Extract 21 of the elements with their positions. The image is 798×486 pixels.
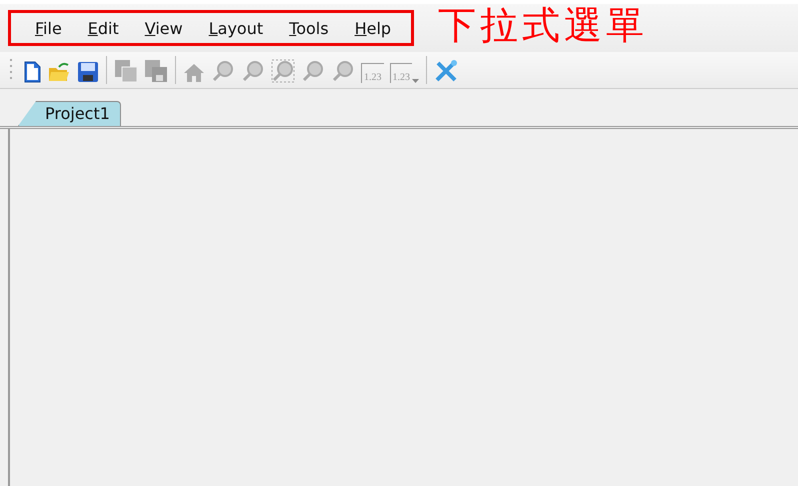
pages-icon xyxy=(114,59,138,83)
annotation-label: 下拉式選單 xyxy=(438,2,648,48)
menu-item[interactable]: Layout xyxy=(198,18,276,38)
toolbar-grip xyxy=(10,58,13,82)
menu-item[interactable]: Help xyxy=(344,18,404,38)
caret-icon xyxy=(412,79,419,83)
document-icon xyxy=(23,61,41,83)
menu-item[interactable]: Edit xyxy=(78,18,131,38)
magnifier-icon xyxy=(241,59,265,83)
menu-item[interactable]: Tools xyxy=(279,18,341,38)
page-disk-icon xyxy=(144,59,168,83)
menu-item[interactable]: File xyxy=(25,18,74,38)
magnifier-icon xyxy=(271,59,295,83)
menu-item[interactable]: View xyxy=(134,18,195,38)
magnifier-icon xyxy=(211,59,235,83)
magnifier-icon xyxy=(301,59,325,83)
folder-icon xyxy=(47,61,71,83)
tab[interactable]: Project1 xyxy=(18,101,121,126)
home-icon xyxy=(183,63,205,83)
magnifier-icon xyxy=(331,59,355,83)
crossed-tools-icon xyxy=(434,59,458,83)
